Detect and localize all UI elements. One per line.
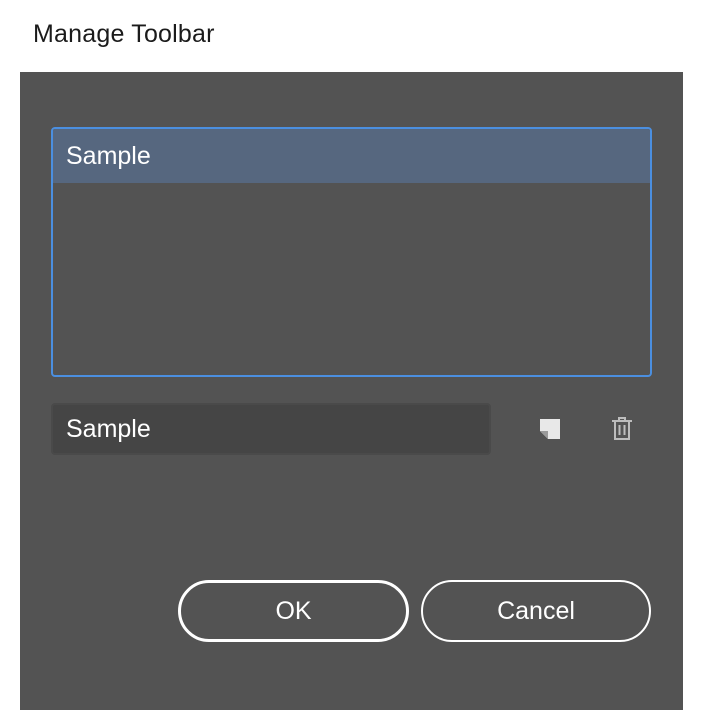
manage-toolbar-dialog: Sample OK Cancel — [20, 72, 683, 710]
cancel-button[interactable]: Cancel — [421, 580, 651, 642]
list-item-label: Sample — [66, 142, 151, 170]
dialog-title: Manage Toolbar — [33, 20, 215, 48]
new-toolbar-button[interactable] — [532, 413, 568, 449]
trash-icon — [611, 416, 633, 446]
new-toolbar-icon — [539, 418, 561, 445]
ok-button[interactable]: OK — [178, 580, 409, 642]
list-item[interactable]: Sample — [53, 129, 650, 183]
toolbar-list[interactable]: Sample — [51, 127, 652, 377]
delete-toolbar-button[interactable] — [604, 413, 640, 449]
toolbar-name-field[interactable] — [51, 403, 491, 455]
